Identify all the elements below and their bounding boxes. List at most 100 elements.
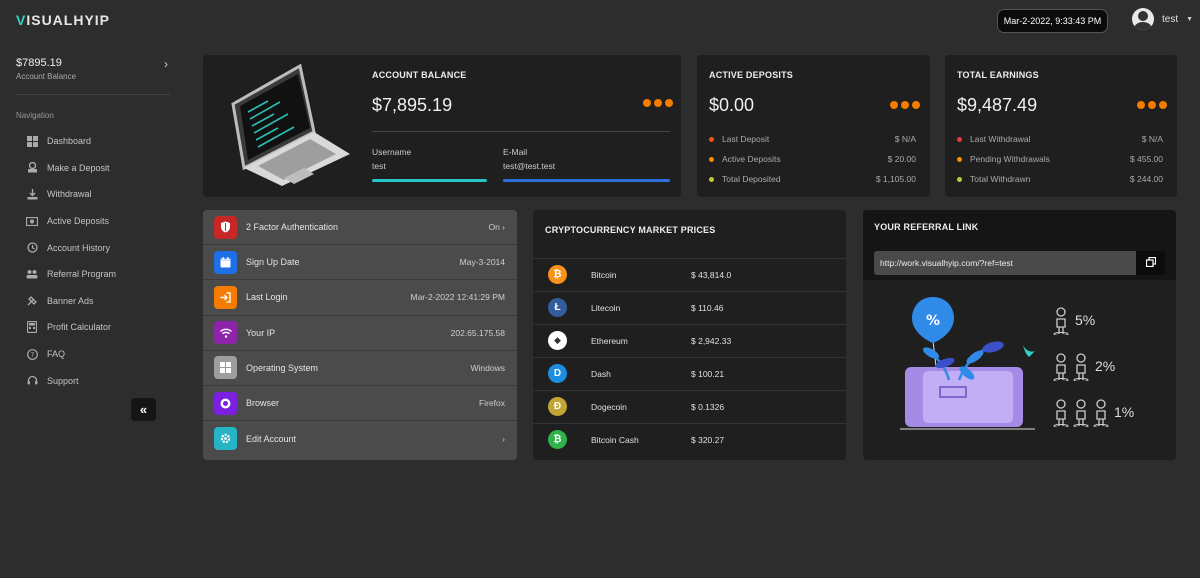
grid-icon [26, 135, 38, 147]
user-menu[interactable]: test ▼ [1132, 8, 1193, 30]
sidebar: $7895.19 Account Balance › Navigation Da… [0, 42, 190, 578]
active-deposits-title: ACTIVE DEPOSITS [709, 70, 794, 80]
chevron-down-icon: ▼ [1186, 15, 1194, 23]
tier-3-percent: 1% [1114, 404, 1135, 420]
more-options-icon[interactable] [643, 99, 673, 107]
ethereum-icon: ◆ [548, 331, 567, 351]
coin-name: Ethereum [591, 335, 628, 346]
laptop-illustration [231, 63, 350, 186]
more-options-icon[interactable] [890, 101, 920, 109]
chevron-right-icon: › [164, 57, 168, 71]
row-label: Last Login [246, 292, 288, 303]
row-edit-account[interactable]: Edit Account › [203, 421, 517, 456]
status-dot [957, 156, 962, 162]
deposit-icon [26, 162, 38, 174]
stat-label: Active Deposits [722, 154, 781, 164]
sidebar-item-label: Make a Deposit [47, 162, 110, 173]
coin-price: $ 100.21 [691, 368, 725, 379]
row-browser: Browser Firefox [203, 386, 517, 422]
account-balance-title: ACCOUNT BALANCE [372, 70, 467, 80]
stat-row: Last Withdrawal $ N/A [957, 134, 1163, 144]
sidebar-item-label: Withdrawal [47, 189, 92, 200]
referral-icon [26, 268, 38, 280]
sidebar-item-banner-ads[interactable]: Banner Ads [26, 288, 116, 315]
sidebar-item-dashboard[interactable]: Dashboard [26, 128, 116, 155]
email-bar [503, 179, 670, 182]
stat-row: Pending Withdrawals $ 455.00 [957, 154, 1163, 164]
sidebar-item-label: FAQ [47, 349, 66, 360]
login-icon [214, 285, 237, 309]
top-bar: VISUALHYIP Mar-2-2022, 9:33:43 PM test ▼ [0, 0, 1200, 42]
nav-title: Navigation [16, 111, 54, 120]
gear-icon [214, 427, 237, 451]
divider [372, 131, 670, 132]
sidebar-item-support[interactable]: Support [26, 367, 116, 394]
sidebar-item-make-deposit[interactable]: Make a Deposit [26, 155, 116, 182]
row-last-login: Last Login Mar-2-2022 12:41:29 PM [203, 280, 517, 316]
sidebar-item-label: Account History [47, 242, 111, 253]
shield-icon [214, 215, 237, 239]
stat-label: Pending Withdrawals [970, 154, 1050, 164]
stat-value: $ N/A [894, 134, 916, 144]
username-label: Username [372, 147, 412, 157]
referral-illustration: % [900, 297, 1035, 430]
total-earnings-title: TOTAL EARNINGS [957, 70, 1039, 80]
sidebar-item-label: Referral Program [47, 269, 117, 280]
sidebar-item-label: Dashboard [47, 136, 92, 147]
row-two-factor[interactable]: 2 Factor Authentication On › [203, 210, 517, 246]
row-label: Sign Up Date [246, 257, 300, 268]
row-value: 202.65.175.58 [450, 327, 505, 338]
crypto-row: ◆ Ethereum $ 2,942.33 [533, 324, 846, 357]
row-value: Mar-2-2022 12:41:29 PM [410, 292, 506, 303]
stat-label: Last Deposit [722, 134, 770, 144]
sidebar-item-account-history[interactable]: Account History [26, 234, 116, 261]
crypto-row: ₿ Bitcoin Cash $ 320.27 [533, 423, 846, 456]
stat-label: Last Withdrawal [970, 134, 1031, 144]
stat-label: Total Deposited [722, 174, 781, 184]
copy-link-button[interactable] [1136, 251, 1165, 275]
row-value: May-3-2014 [459, 257, 505, 268]
crypto-row: Ð Dogecoin $ 0.1326 [533, 390, 846, 423]
row-value: Windows [470, 362, 505, 373]
sidebar-item-faq[interactable]: ? FAQ [26, 341, 116, 368]
stat-value: $ 244.00 [1129, 174, 1163, 184]
total-earnings-card: TOTAL EARNINGS $9,487.49 Last Withdrawal… [945, 55, 1177, 197]
sidebar-item-profit-calculator[interactable]: Profit Calculator [26, 314, 116, 341]
headset-icon [26, 375, 38, 387]
tier-2-people-icon [1053, 353, 1089, 381]
account-info-list: 2 Factor Authentication On › Sign Up Dat… [203, 210, 517, 460]
sidebar-item-referral-program[interactable]: Referral Program [26, 261, 116, 288]
history-icon [26, 242, 38, 254]
coin-price: $ 110.46 [691, 302, 724, 313]
withdrawal-icon [26, 188, 38, 200]
status-dot [709, 176, 714, 182]
banner-icon [26, 295, 38, 307]
crypto-row: D Dash $ 100.21 [533, 357, 846, 390]
coin-name: Bitcoin [591, 269, 617, 280]
active-deposits-card: ACTIVE DEPOSITS $0.00 Last Deposit $ N/A… [697, 55, 930, 197]
calculator-icon [26, 321, 38, 334]
row-value: On › [488, 222, 505, 233]
sidebar-balance[interactable]: $7895.19 Account Balance › [16, 57, 170, 95]
row-operating-system: Operating System Windows [203, 351, 517, 386]
logo[interactable]: VISUALHYIP [16, 12, 110, 28]
referral-link-input[interactable] [874, 251, 1136, 275]
sidebar-item-active-deposits[interactable]: Active Deposits [26, 208, 116, 235]
coin-price: $ 320.27 [691, 434, 725, 445]
cash-icon [26, 215, 38, 227]
sidebar-balance-amount: $7895.19 [16, 57, 62, 69]
browser-icon [214, 391, 237, 415]
stat-label: Total Withdrawn [970, 174, 1031, 184]
wifi-icon [214, 321, 237, 345]
collapse-sidebar-button[interactable]: « [131, 398, 156, 421]
more-options-icon[interactable] [1137, 101, 1167, 109]
sidebar-item-label: Active Deposits [47, 216, 110, 227]
sidebar-nav: Dashboard Make a Deposit Withdrawal Acti… [26, 128, 116, 394]
email-value: test@test.test [503, 161, 556, 171]
row-value: Firefox [479, 398, 505, 409]
stat-value: $ 455.00 [1129, 154, 1163, 164]
crypto-title: CRYPTOCURRENCY MARKET PRICES [545, 225, 716, 235]
calendar-icon [214, 250, 237, 274]
stat-row: Total Deposited $ 1,105.00 [709, 174, 916, 184]
sidebar-item-withdrawal[interactable]: Withdrawal [26, 181, 116, 208]
